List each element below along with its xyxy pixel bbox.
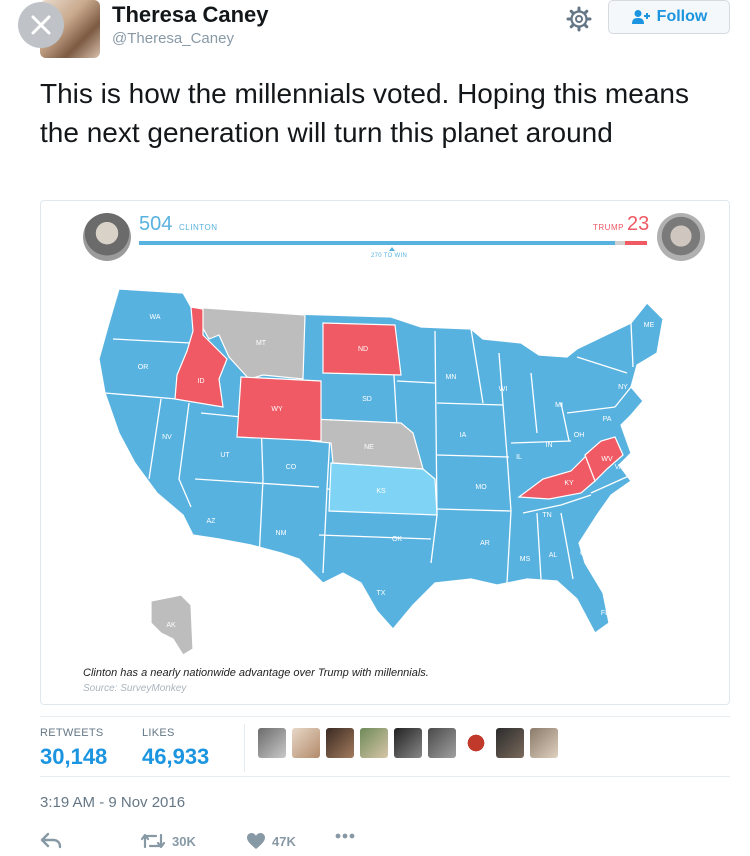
tweet-text: This is how the millennials voted. Hopin…: [40, 78, 689, 148]
state-label-nm: NM: [276, 530, 287, 537]
stats-top-divider: [40, 716, 730, 717]
map-source: Source: SurveyMonkey: [83, 683, 187, 694]
add-user-icon: [631, 10, 650, 24]
trump-photo: [657, 213, 705, 261]
state-label-co: CO: [286, 464, 297, 471]
state-label-il: IL: [516, 454, 522, 461]
threshold-marker: [389, 247, 395, 251]
liker-avatar[interactable]: [462, 728, 490, 758]
follow-button[interactable]: Follow: [608, 0, 730, 34]
state-label-mn: MN: [446, 374, 457, 381]
stats-separator: [244, 724, 245, 772]
state-label-wa: WA: [149, 314, 160, 321]
clinton-votes: 504: [139, 213, 173, 235]
tweet-timestamp[interactable]: 3:19 AM - 9 Nov 2016: [40, 794, 185, 811]
close-button[interactable]: [18, 2, 64, 48]
clinton-label: CLINTON: [179, 223, 218, 232]
reply-icon: [40, 832, 62, 849]
liker-avatars: [258, 728, 558, 758]
state-label-ia: IA: [460, 432, 467, 439]
trump-label: TRUMP: [593, 223, 624, 232]
trump-votes: 23: [627, 213, 650, 235]
state-label-ga: GA: [580, 550, 590, 557]
state-label-id: ID: [198, 378, 205, 385]
state-label-pa: PA: [603, 416, 612, 423]
state-label-az: AZ: [207, 518, 217, 525]
clinton-photo: [83, 213, 131, 261]
like-button[interactable]: 47K: [246, 832, 296, 850]
liker-avatar[interactable]: [530, 728, 558, 758]
state-label-nc: NC: [610, 496, 620, 503]
state-label-ar: AR: [480, 540, 490, 547]
state-label-mo: MO: [475, 484, 487, 491]
electoral-bar: [139, 241, 647, 245]
clinton-bar-fill: [139, 241, 615, 245]
state-label-mi: MI: [555, 402, 563, 409]
liker-avatar[interactable]: [326, 728, 354, 758]
retweet-button[interactable]: 30K: [140, 832, 196, 850]
state-label-or: OR: [138, 364, 149, 371]
state-label-va: VA: [615, 464, 624, 471]
state-label-ms: MS: [520, 556, 531, 563]
threshold-label: 270 TO WIN: [371, 253, 408, 259]
likes-count[interactable]: 46,933: [142, 744, 209, 770]
more-icon: [335, 833, 355, 839]
trump-bar-fill: [625, 241, 647, 245]
liker-avatar[interactable]: [496, 728, 524, 758]
tweet-actions: 30K 47K: [40, 832, 400, 856]
gear-icon[interactable]: [566, 6, 592, 32]
state-label-oh: OH: [574, 432, 585, 439]
liker-avatar[interactable]: [292, 728, 320, 758]
close-icon: [31, 15, 51, 35]
state-label-al: AL: [549, 552, 558, 559]
us-map: WA OR CA NV ID MT WY UT AZ CO NM ND SD N…: [98, 288, 664, 656]
retweet-icon: [140, 833, 166, 849]
follow-label: Follow: [656, 8, 708, 25]
state-label-fl: FL: [601, 610, 609, 617]
liker-avatar[interactable]: [258, 728, 286, 758]
reply-button[interactable]: [40, 832, 62, 850]
state-label-ok: OK: [392, 536, 402, 543]
state-label-ky: KY: [564, 480, 574, 487]
state-label-wy: WY: [271, 406, 283, 413]
state-label-tx: TX: [377, 590, 386, 597]
state-label-la: LA: [491, 588, 500, 595]
state-label-sc: SC: [600, 520, 610, 527]
state-label-ca: CA: [128, 482, 138, 489]
like-count: 47K: [272, 833, 296, 849]
author-handle[interactable]: @Theresa_Caney: [112, 30, 234, 47]
liker-avatar[interactable]: [394, 728, 422, 758]
retweets-count[interactable]: 30,148: [40, 744, 107, 770]
tweet-media[interactable]: 504 CLINTON TRUMP 23 270 TO WIN WA OR CA…: [40, 200, 730, 705]
stats-bottom-divider: [40, 776, 730, 777]
state-label-ut: UT: [220, 452, 230, 459]
retweet-count: 30K: [172, 833, 196, 849]
state-label-mt: MT: [256, 340, 267, 347]
state-label-ks: KS: [376, 488, 386, 495]
state-label-sd: SD: [362, 396, 372, 403]
state-label-in: IN: [546, 442, 553, 449]
retweets-label: RETWEETS: [40, 727, 104, 739]
state-label-me: ME: [644, 322, 655, 329]
state-label-tn: TN: [542, 512, 551, 519]
state-label-nd: ND: [358, 346, 368, 353]
likes-label: LIKES: [142, 727, 175, 739]
state-label-ny: NY: [618, 384, 628, 391]
heart-icon: [247, 833, 265, 849]
state-label-wi: WI: [499, 386, 508, 393]
state-label-nv: NV: [162, 434, 172, 441]
author-name[interactable]: Theresa Caney: [112, 2, 269, 28]
state-label-ak: AK: [166, 622, 176, 629]
more-button[interactable]: [334, 832, 356, 840]
liker-avatar[interactable]: [428, 728, 456, 758]
map-caption: Clinton has a nearly nationwide advantag…: [83, 667, 429, 679]
state-label-ne: NE: [364, 444, 374, 451]
liker-avatar[interactable]: [360, 728, 388, 758]
state-label-wv: WV: [601, 456, 613, 463]
